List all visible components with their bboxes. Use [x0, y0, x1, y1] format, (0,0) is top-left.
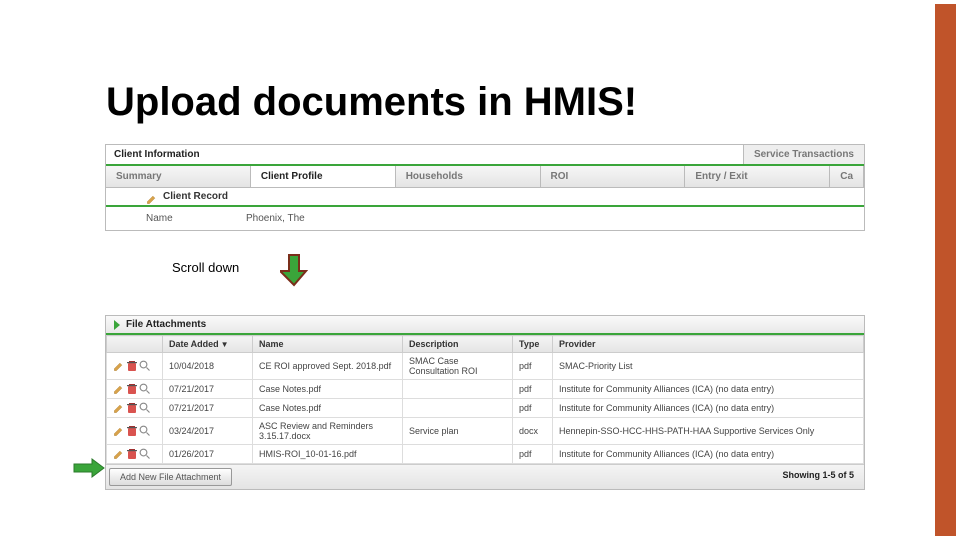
table-row: 10/04/2018CE ROI approved Sept. 2018.pdf…: [107, 353, 864, 380]
scroll-down-text: Scroll down: [172, 260, 239, 275]
row-actions: [107, 353, 163, 380]
edit-icon[interactable]: [113, 383, 124, 393]
file-table-footer: Add New File Attachment Showing 1-5 of 5: [106, 464, 864, 489]
delete-icon[interactable]: [127, 360, 137, 370]
col-provider[interactable]: Provider: [553, 336, 864, 353]
file-table: Date Added▼ Name Description Type Provid…: [106, 335, 864, 464]
client-name-row: Name Phoenix, The: [106, 207, 864, 230]
service-transactions-tab[interactable]: Service Transactions: [743, 145, 864, 164]
name-value: Phoenix, The: [246, 213, 305, 224]
tab-households[interactable]: Households: [396, 166, 541, 187]
file-attachments-screenshot: File Attachments Date Added▼ Name Descri…: [105, 315, 865, 490]
edit-icon[interactable]: [113, 360, 124, 370]
col-date-label: Date Added: [169, 339, 219, 349]
client-record-label: Client Record: [163, 191, 228, 202]
row-desc: [403, 399, 513, 418]
row-filename: CE ROI approved Sept. 2018.pdf: [253, 353, 403, 380]
client-tabs: Summary Client Profile Households ROI En…: [106, 166, 864, 188]
table-row: 07/21/2017Case Notes.pdf pdfInstitute for…: [107, 380, 864, 399]
client-info-header: Client Information Service Transactions: [106, 145, 864, 166]
tab-roi[interactable]: ROI: [541, 166, 686, 187]
row-desc: [403, 380, 513, 399]
row-provider: Institute for Community Alliances (ICA) …: [553, 445, 864, 464]
view-icon[interactable]: [139, 360, 151, 370]
col-actions: [107, 336, 163, 353]
add-file-button[interactable]: Add New File Attachment: [109, 468, 232, 486]
client-info-label: Client Information: [106, 145, 743, 164]
delete-icon[interactable]: [127, 425, 137, 435]
col-date[interactable]: Date Added▼: [163, 336, 253, 353]
row-provider: Institute for Community Alliances (ICA) …: [553, 399, 864, 418]
row-filename: ASC Review and Reminders 3.15.17.docx: [253, 418, 403, 445]
showing-text: Showing 1-5 of 5: [772, 465, 864, 489]
row-type: docx: [513, 418, 553, 445]
table-row: 01/26/2017HMIS-ROI_10-01-16.pdf pdfInstit…: [107, 445, 864, 464]
view-icon[interactable]: [139, 448, 151, 458]
edit-icon[interactable]: [113, 425, 124, 435]
col-type[interactable]: Type: [513, 336, 553, 353]
edit-icon[interactable]: [113, 402, 124, 412]
row-provider: Institute for Community Alliances (ICA) …: [553, 380, 864, 399]
row-filename: Case Notes.pdf: [253, 380, 403, 399]
slide-accent-bar: [935, 4, 956, 536]
table-row: 07/21/2017Case Notes.pdf pdfInstitute for…: [107, 399, 864, 418]
view-icon[interactable]: [139, 425, 151, 435]
row-provider: Hennepin-SSO-HCC-HHS-PATH-HAA Supportive…: [553, 418, 864, 445]
row-actions: [107, 380, 163, 399]
slide-title: Upload documents in HMIS!: [106, 80, 637, 125]
row-date: 10/04/2018: [163, 353, 253, 380]
client-info-screenshot: Client Information Service Transactions …: [105, 144, 865, 231]
tab-client-profile[interactable]: Client Profile: [251, 166, 396, 187]
row-type: pdf: [513, 445, 553, 464]
row-date: 07/21/2017: [163, 399, 253, 418]
row-actions: [107, 445, 163, 464]
tab-summary[interactable]: Summary: [106, 166, 251, 187]
client-record-header: Client Record: [106, 188, 864, 207]
view-icon[interactable]: [139, 402, 151, 412]
row-desc: SMAC Case Consultation ROI: [403, 353, 513, 380]
row-type: pdf: [513, 353, 553, 380]
right-arrow-icon: [72, 458, 106, 478]
tab-partial[interactable]: Ca: [830, 166, 864, 187]
delete-icon[interactable]: [127, 448, 137, 458]
name-label: Name: [146, 213, 246, 224]
col-desc[interactable]: Description: [403, 336, 513, 353]
row-date: 01/26/2017: [163, 445, 253, 464]
delete-icon[interactable]: [127, 402, 137, 412]
row-filename: Case Notes.pdf: [253, 399, 403, 418]
row-provider: SMAC-Priority List: [553, 353, 864, 380]
row-date: 03/24/2017: [163, 418, 253, 445]
row-filename: HMIS-ROI_10-01-16.pdf: [253, 445, 403, 464]
row-type: pdf: [513, 399, 553, 418]
file-attachments-label: File Attachments: [126, 319, 206, 330]
row-actions: [107, 399, 163, 418]
down-arrow-icon: [280, 253, 308, 287]
file-attachments-header: File Attachments: [106, 316, 864, 335]
row-desc: Service plan: [403, 418, 513, 445]
view-icon[interactable]: [139, 383, 151, 393]
edit-icon[interactable]: [113, 448, 124, 458]
sort-desc-icon: ▼: [221, 340, 229, 349]
row-date: 07/21/2017: [163, 380, 253, 399]
row-actions: [107, 418, 163, 445]
edit-icon[interactable]: [146, 191, 157, 202]
tab-entry-exit[interactable]: Entry / Exit: [685, 166, 830, 187]
table-row: 03/24/2017ASC Review and Reminders 3.15.…: [107, 418, 864, 445]
expand-icon[interactable]: [114, 320, 120, 330]
row-desc: [403, 445, 513, 464]
delete-icon[interactable]: [127, 383, 137, 393]
col-name[interactable]: Name: [253, 336, 403, 353]
row-type: pdf: [513, 380, 553, 399]
